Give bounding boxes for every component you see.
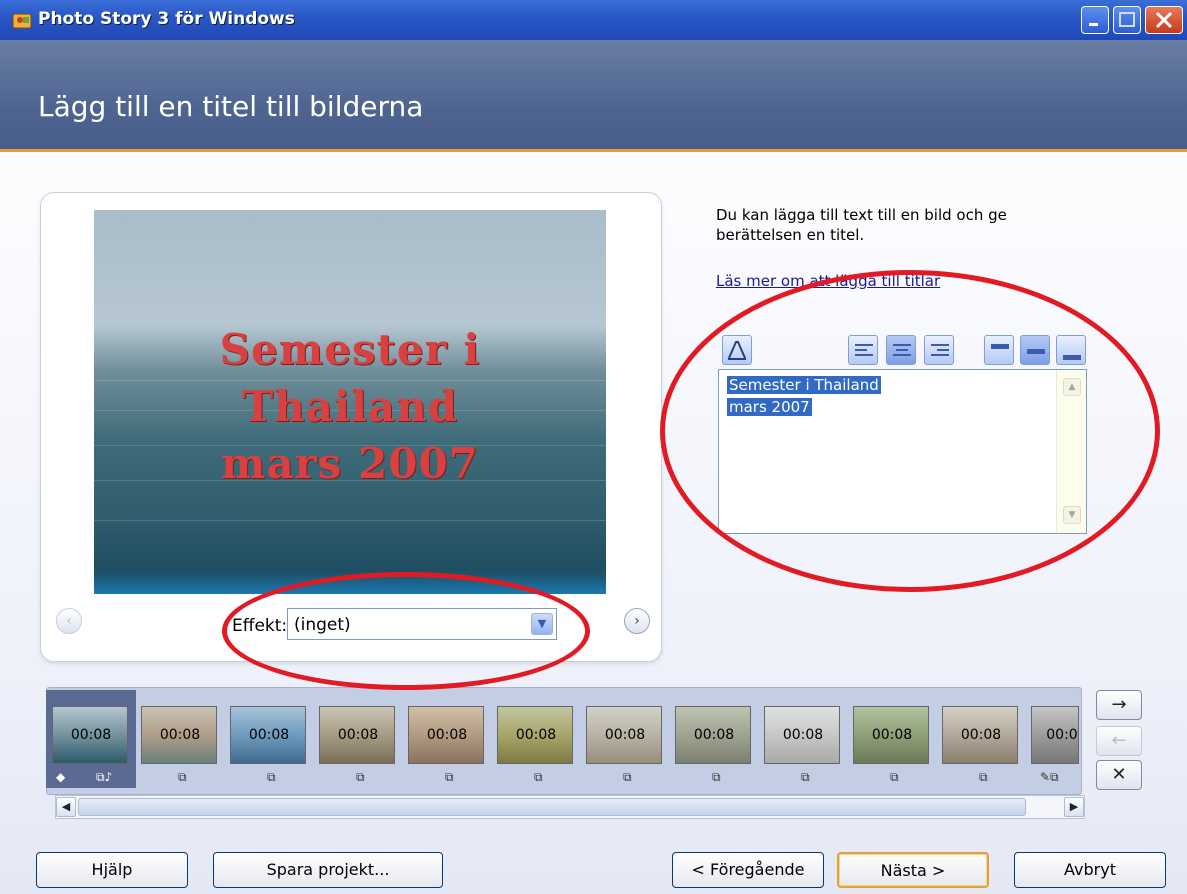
scroll-up-icon[interactable]: ▲: [1063, 378, 1081, 396]
font-button[interactable]: [722, 335, 752, 365]
help-button[interactable]: Hjälp: [36, 852, 188, 888]
wizard-header: Lägg till en titel till bilderna: [0, 40, 1187, 152]
chevron-down-icon[interactable]: ▼: [531, 613, 553, 635]
photo-title-line-2: Thailand: [241, 382, 459, 431]
window-title: Photo Story 3 för Windows: [38, 9, 295, 29]
scroll-left-icon[interactable]: ◀: [56, 797, 76, 817]
transition-icon: ⧉: [979, 770, 988, 784]
transition-icon: ⧉: [534, 770, 543, 784]
instructions-text: Du kan lägga till text till en bild och …: [716, 206, 1007, 244]
maximize-button[interactable]: [1113, 6, 1141, 34]
remove-button[interactable]: ✕: [1096, 760, 1142, 790]
preview-photo: Semester i Thailand mars 2007: [94, 210, 606, 594]
title-text-line-1: Semester i Thailand: [727, 376, 881, 394]
scrollbar-thumb[interactable]: [78, 798, 1026, 816]
close-icon: [1155, 11, 1173, 29]
next-button[interactable]: Nästa >: [837, 852, 989, 888]
title-indicator-icon: ◆: [56, 770, 66, 784]
remove-icon: ✕: [1111, 764, 1127, 785]
app-icon: [12, 13, 32, 29]
thumbnail[interactable]: 00:0: [1031, 706, 1079, 764]
chevron-right-icon: ›: [634, 613, 640, 629]
thumbnail[interactable]: 00:08: [675, 706, 751, 764]
next-photo-button[interactable]: ›: [624, 608, 650, 634]
transition-icon: ⧉: [712, 770, 721, 784]
thumbnail[interactable]: 00:08: [942, 706, 1018, 764]
transition-icon: ⧉: [801, 770, 810, 784]
arrow-right-icon: →: [1111, 694, 1127, 715]
transition-icon: ⧉: [267, 770, 276, 784]
thumbnail[interactable]: 00:08: [141, 706, 217, 764]
filmstrip-scrollbar[interactable]: ◀ ▶: [55, 795, 1085, 819]
align-right-button[interactable]: [924, 335, 954, 365]
thumbnail[interactable]: 00:08: [230, 706, 306, 764]
edit-icon: ✎⧉: [1040, 770, 1059, 784]
valign-middle-button[interactable]: [1020, 335, 1050, 365]
scroll-right-icon[interactable]: ▶: [1064, 797, 1084, 817]
previous-button[interactable]: < Föregående: [672, 852, 824, 888]
previous-photo-button[interactable]: ‹: [56, 608, 82, 634]
thumbnail[interactable]: 00:08: [764, 706, 840, 764]
title-text-input[interactable]: Semester i Thailand mars 2007 ▲ ▼: [718, 369, 1087, 534]
thumbnail[interactable]: 00:08: [408, 706, 484, 764]
arrow-left-icon: ←: [1111, 730, 1127, 751]
transition-icon: ⧉: [623, 770, 632, 784]
title-text-line-2: mars 2007: [727, 398, 812, 416]
transition-icon: ⧉♪: [96, 770, 113, 784]
align-left-button[interactable]: [848, 335, 878, 365]
thumbnail[interactable]: 00:08: [52, 706, 128, 764]
page-title: Lägg till en titel till bilderna: [38, 90, 424, 123]
title-bar: Photo Story 3 för Windows: [0, 0, 1187, 40]
font-icon: [728, 341, 746, 360]
transition-icon: ⧉: [356, 770, 365, 784]
chevron-left-icon: ‹: [66, 613, 72, 629]
thumbnail[interactable]: 00:08: [586, 706, 662, 764]
thumbnail[interactable]: 00:08: [497, 706, 573, 764]
cancel-button[interactable]: Avbryt: [1014, 852, 1166, 888]
move-left-button[interactable]: ←: [1096, 726, 1142, 756]
valign-top-button[interactable]: [984, 335, 1014, 365]
effect-dropdown[interactable]: (inget) ▼: [287, 608, 557, 640]
effect-value: (inget): [294, 615, 351, 635]
textarea-scrollbar[interactable]: ▲ ▼: [1056, 370, 1086, 533]
minimize-button[interactable]: [1081, 6, 1109, 34]
transition-icon: ⧉: [445, 770, 454, 784]
thumbnail[interactable]: 00:08: [853, 706, 929, 764]
effect-label: Effekt:: [232, 616, 288, 636]
move-right-button[interactable]: →: [1096, 690, 1142, 720]
photo-title-line-1: Semester i: [219, 325, 481, 374]
transition-icon: ⧉: [178, 770, 187, 784]
close-button[interactable]: [1145, 6, 1183, 34]
thumbnail[interactable]: 00:08: [319, 706, 395, 764]
learn-more-link[interactable]: Läs mer om att lägga till titlar: [716, 272, 940, 290]
minimize-icon: [1089, 23, 1098, 26]
photo-title-line-3: mars 2007: [221, 439, 479, 488]
transition-icon: ⧉: [890, 770, 899, 784]
align-center-button[interactable]: [886, 335, 916, 365]
valign-bottom-button[interactable]: [1056, 335, 1086, 365]
save-project-button[interactable]: Spara projekt...: [213, 852, 443, 888]
maximize-icon: [1119, 12, 1135, 27]
scroll-down-icon[interactable]: ▼: [1063, 506, 1081, 524]
